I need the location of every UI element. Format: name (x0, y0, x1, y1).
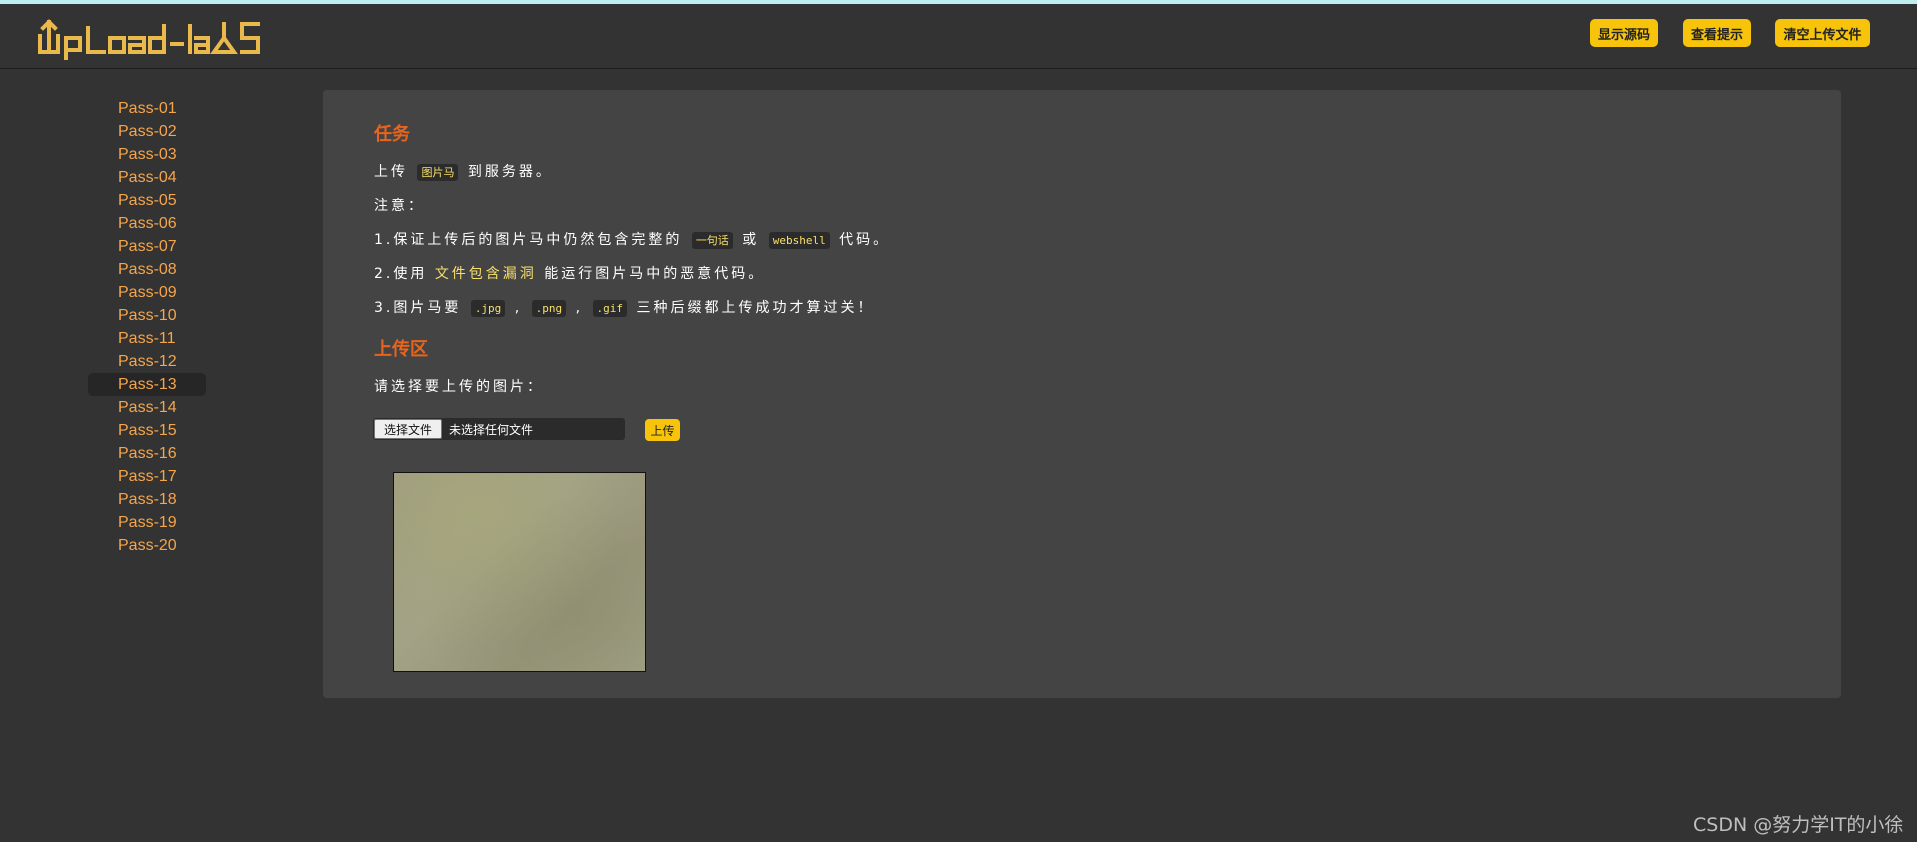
task-item-1: 1.保证上传后的图片马中仍然包含完整的 一句话 或 webshell 代码。 (374, 229, 890, 249)
file-input[interactable]: 选择文件 未选择任何文件 (373, 418, 625, 440)
sidebar-item-pass-19[interactable]: Pass-19 (88, 511, 206, 534)
clear-uploads-button[interactable]: 清空上传文件 (1775, 19, 1870, 47)
content-panel: 任务 上传 图片马 到服务器。 注意： 1.保证上传后的图片马中仍然包含完整的 … (323, 90, 1841, 698)
sidebar-item-pass-13[interactable]: Pass-13 (88, 373, 206, 396)
sidebar: Pass-01 Pass-02 Pass-03 Pass-04 Pass-05 … (88, 97, 206, 557)
sidebar-item-pass-20[interactable]: Pass-20 (88, 534, 206, 557)
task-item-3-pre: 3.图片马要 (374, 300, 462, 316)
sidebar-item-pass-15[interactable]: Pass-15 (88, 419, 206, 442)
sidebar-item-pass-11[interactable]: Pass-11 (88, 327, 206, 350)
task-item-3-sep-2: , (575, 300, 584, 316)
task-item-2-post: 能运行图片马中的恶意代码。 (544, 266, 766, 282)
code-one-liner: 一句话 (691, 232, 733, 249)
file-inclusion-highlight: 文件包含漏洞 (434, 266, 537, 282)
task-item-3-post: 三种后缀都上传成功才算过关！ (636, 300, 875, 316)
code-picture-trojan: 图片马 (417, 164, 459, 181)
header: 显示源码 查看提示 清空上传文件 (0, 4, 1917, 69)
task-item-1-pre: 1.保证上传后的图片马中仍然包含完整的 (374, 232, 683, 248)
sidebar-item-pass-09[interactable]: Pass-09 (88, 281, 206, 304)
code-jpg: .jpg (470, 300, 506, 317)
task-item-2: 2.使用 文件包含漏洞 能运行图片马中的恶意代码。 (374, 263, 765, 283)
sidebar-item-pass-18[interactable]: Pass-18 (88, 488, 206, 511)
sidebar-item-pass-01[interactable]: Pass-01 (88, 97, 206, 120)
code-gif: .gif (592, 300, 628, 317)
sidebar-item-pass-12[interactable]: Pass-12 (88, 350, 206, 373)
code-png: .png (531, 300, 567, 317)
upload-prompt: 请选择要上传的图片： (374, 379, 544, 395)
upload-title: 上传区 (374, 339, 428, 360)
sidebar-item-pass-17[interactable]: Pass-17 (88, 465, 206, 488)
sidebar-item-pass-07[interactable]: Pass-07 (88, 235, 206, 258)
view-hint-button[interactable]: 查看提示 (1683, 19, 1751, 47)
show-source-button[interactable]: 显示源码 (1590, 19, 1658, 47)
note-label: 注意： (374, 198, 425, 214)
uploaded-image-preview (393, 472, 646, 672)
task-item-3-sep-1: , (514, 300, 523, 316)
task-item-2-pre: 2.使用 (374, 266, 428, 282)
logo (36, 14, 266, 62)
task-line-1-post: 到服务器。 (467, 164, 553, 180)
sidebar-item-pass-05[interactable]: Pass-05 (88, 189, 206, 212)
watermark: CSDN @努力学IT的小徐 (1693, 814, 1904, 836)
sidebar-item-pass-08[interactable]: Pass-08 (88, 258, 206, 281)
sidebar-item-pass-14[interactable]: Pass-14 (88, 396, 206, 419)
sidebar-item-pass-04[interactable]: Pass-04 (88, 166, 206, 189)
sidebar-item-pass-16[interactable]: Pass-16 (88, 442, 206, 465)
sidebar-item-pass-03[interactable]: Pass-03 (88, 143, 206, 166)
sidebar-item-pass-06[interactable]: Pass-06 (88, 212, 206, 235)
code-webshell: webshell (768, 232, 830, 249)
task-item-1-post: 代码。 (839, 232, 891, 248)
task-item-3: 3.图片马要 .jpg , .png , .gif 三种后缀都上传成功才算过关！ (374, 297, 874, 317)
sidebar-item-pass-10[interactable]: Pass-10 (88, 304, 206, 327)
task-line-1: 上传 图片马 到服务器。 (374, 161, 553, 181)
task-item-1-mid: 或 (742, 232, 760, 248)
sidebar-item-pass-02[interactable]: Pass-02 (88, 120, 206, 143)
task-line-1-pre: 上传 (374, 164, 408, 180)
task-title: 任务 (374, 124, 410, 145)
upload-button[interactable]: 上传 (645, 419, 680, 441)
choose-file-button[interactable]: 选择文件 (374, 419, 442, 439)
no-file-label: 未选择任何文件 (449, 423, 534, 437)
